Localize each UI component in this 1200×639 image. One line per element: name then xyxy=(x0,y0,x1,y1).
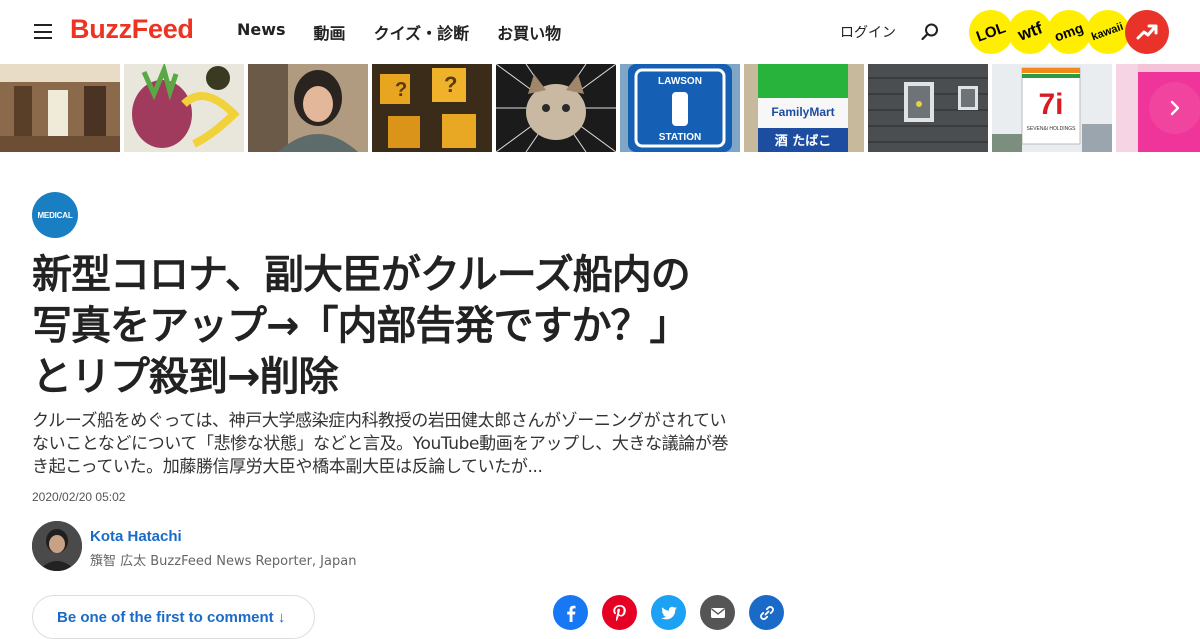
publish-timestamp: 2020/02/20 05:02 xyxy=(32,490,126,504)
thumbnail-seven-eleven[interactable]: 7i SEVEN&i HOLDINGS xyxy=(992,64,1112,152)
thumbnail-image: ? ? xyxy=(372,64,492,152)
nav-item-video[interactable]: 動画 xyxy=(314,20,346,44)
description-line: ないことなどについて「悲惨な状態」などと言及。YouTube動画をアップし、大き… xyxy=(32,434,729,454)
trending-button[interactable] xyxy=(1125,10,1169,54)
author-photo xyxy=(32,521,82,571)
thumbnail-lawson-sign[interactable]: LAWSON STATION xyxy=(620,64,740,152)
pinterest-icon xyxy=(612,604,626,621)
svg-text:LAWSON: LAWSON xyxy=(658,76,702,87)
thumbnail-image xyxy=(124,64,244,152)
thumbnail-image xyxy=(868,64,988,152)
badge-wtf[interactable]: wtf xyxy=(1008,10,1052,54)
svg-text:SEVEN&i HOLDINGS: SEVEN&i HOLDINGS xyxy=(1027,126,1077,132)
facebook-icon xyxy=(566,605,575,622)
search-icon[interactable] xyxy=(920,22,940,42)
thumbnail-woman-portrait[interactable] xyxy=(248,64,368,152)
main-nav: News 動画 クイズ・診断 お買い物 xyxy=(237,20,589,44)
share-email-button[interactable] xyxy=(700,595,735,630)
thumbnail-building[interactable] xyxy=(868,64,988,152)
nav-item-news[interactable]: News xyxy=(237,20,286,44)
headline-line: 新型コロナ、副大臣がクルーズ船内の xyxy=(32,252,691,298)
svg-text:7i: 7i xyxy=(1038,88,1063,121)
description-line: き起こっていた。加藤勝信厚労大臣や橋本副大臣は反論していたが... xyxy=(32,457,543,477)
badge-omg[interactable]: omg xyxy=(1047,10,1091,54)
share-facebook-button[interactable] xyxy=(553,595,588,630)
svg-text:?: ? xyxy=(444,72,457,97)
chevron-right-icon xyxy=(1170,100,1180,116)
badge-omg-label: omg xyxy=(1052,19,1086,45)
share-twitter-button[interactable] xyxy=(651,595,686,630)
thumbnail-cruise-interior[interactable] xyxy=(0,64,120,152)
badge-kawaii-label: kawaii xyxy=(1090,20,1126,44)
reaction-badges: LOL wtf omg kawaii xyxy=(969,10,1171,54)
carousel-next-button[interactable] xyxy=(1149,82,1200,134)
description-line: クルーズ船をめぐっては、神戸大学感染症内科教授の岩田健太郎さんがゾーニングがされ… xyxy=(32,411,727,431)
buzzfeed-logo[interactable]: BuzzFeed xyxy=(70,14,194,45)
thumbnail-image xyxy=(0,64,120,152)
thumbnail-image xyxy=(496,64,616,152)
svg-text:酒 たばこ: 酒 たばこ xyxy=(775,134,832,149)
badge-kawaii[interactable]: kawaii xyxy=(1086,10,1130,54)
trending-icon xyxy=(1136,24,1158,40)
thumbnail-cat[interactable] xyxy=(496,64,616,152)
share-pinterest-button[interactable] xyxy=(602,595,637,630)
thumbnail-question-blocks[interactable]: ? ? xyxy=(372,64,492,152)
article-description: クルーズ船をめぐっては、神戸大学感染症内科教授の岩田健太郎さんがゾーニングがされ… xyxy=(32,410,802,479)
nav-item-shopping[interactable]: お買い物 xyxy=(497,20,561,44)
share-copy-link-button[interactable] xyxy=(749,595,784,630)
menu-icon[interactable] xyxy=(34,24,52,39)
email-icon xyxy=(710,607,725,618)
headline-line: とリプ殺到→削除 xyxy=(32,354,339,400)
thumbnail-image: LAWSON STATION xyxy=(620,64,740,152)
thumbnail-familymart-sign[interactable]: FamilyMart 酒 たばこ xyxy=(744,64,864,152)
author-title: 籏智 広太 BuzzFeed News Reporter, Japan xyxy=(90,554,357,569)
thumbnail-image: FamilyMart 酒 たばこ xyxy=(744,64,864,152)
badge-lol[interactable]: LOL xyxy=(969,10,1013,54)
site-header: BuzzFeed News 動画 クイズ・診断 お買い物 ログイン LOL wt… xyxy=(0,0,1200,64)
twitter-icon xyxy=(660,606,677,619)
login-link[interactable]: ログイン xyxy=(840,22,896,42)
trending-image-strip: ? ? LAWSON STATION FamilyMart 酒 たばこ 7i S… xyxy=(0,64,1200,152)
thumbnail-image: 7i SEVEN&i HOLDINGS xyxy=(992,64,1112,152)
badge-lol-label: LOL xyxy=(973,18,1009,46)
nav-item-quiz[interactable]: クイズ・診断 xyxy=(374,20,470,44)
article-headline: 新型コロナ、副大臣がクルーズ船内の 写真をアップ→「内部告発ですか？」 とリプ殺… xyxy=(32,250,792,403)
author-name-link[interactable]: Kota Hatachi xyxy=(90,528,182,545)
thumbnail-food[interactable] xyxy=(124,64,244,152)
badge-wtf-label: wtf xyxy=(1015,18,1045,45)
comment-button[interactable]: Be one of the first to comment ↓ xyxy=(32,595,315,639)
thumbnail-image xyxy=(248,64,368,152)
author-avatar[interactable] xyxy=(32,521,82,571)
headline-line: 写真をアップ→「内部告発ですか？」 xyxy=(32,303,690,349)
svg-text:FamilyMart: FamilyMart xyxy=(771,105,834,119)
svg-text:STATION: STATION xyxy=(659,132,701,143)
svg-text:?: ? xyxy=(395,79,407,101)
link-icon xyxy=(759,605,774,620)
category-badge[interactable]: MEDICAL xyxy=(32,192,78,238)
